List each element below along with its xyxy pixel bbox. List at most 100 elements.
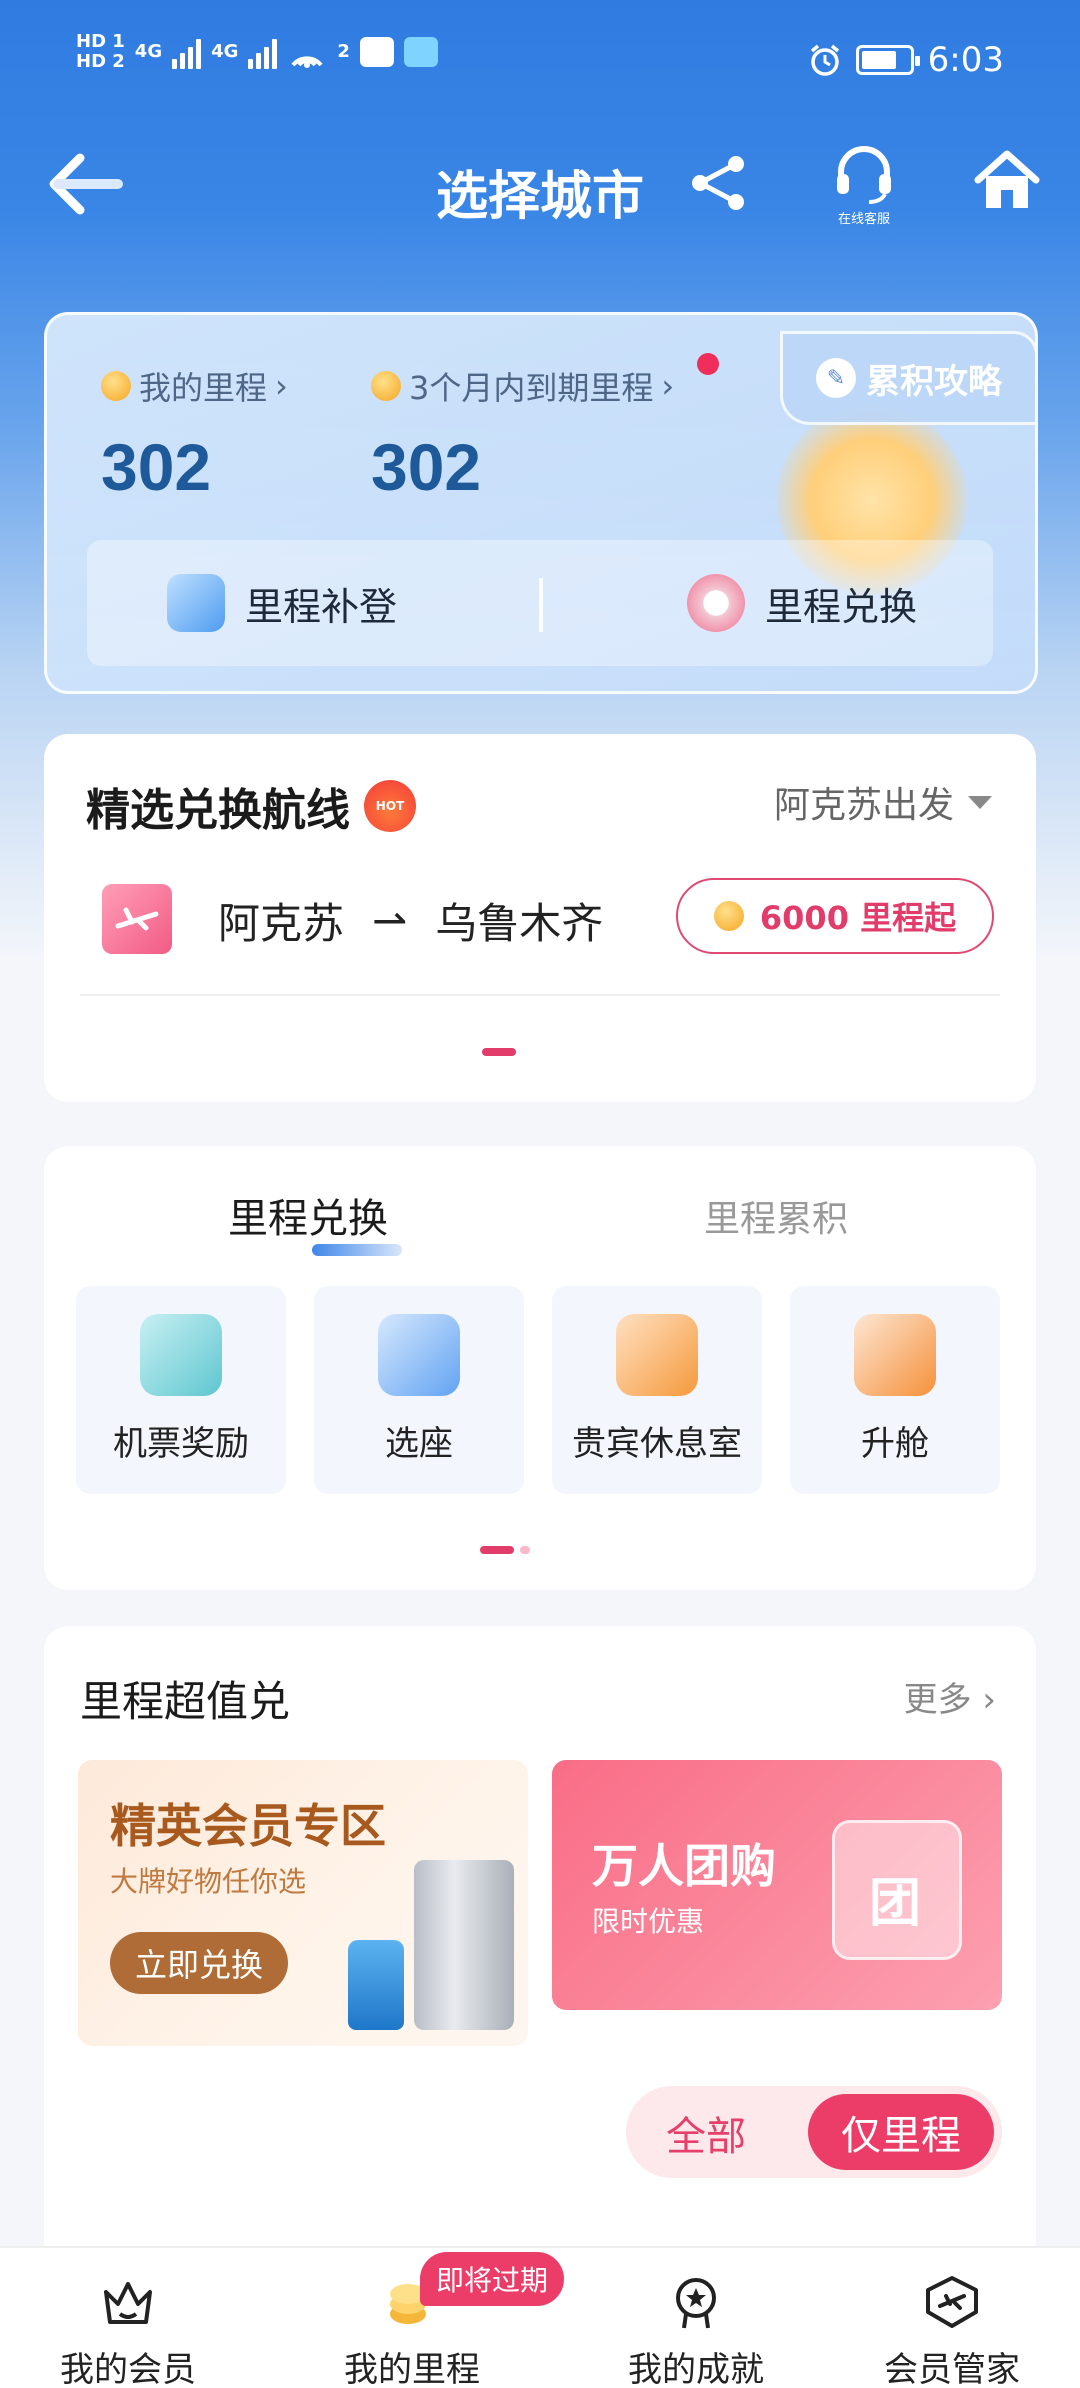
sofa-icon (616, 1314, 698, 1396)
elite-member-banner[interactable]: 精英会员专区 大牌好物任你选 立即兑换 (78, 1760, 528, 2046)
route-row[interactable]: 阿克苏 ⇀ 乌鲁木齐 6000 里程起 (80, 878, 1000, 996)
plane-shield-icon (926, 2276, 978, 2328)
bottom-navigation: 我的会员 我的里程302 即将过期 我的成就 会员管家 (0, 2246, 1080, 2388)
carousel-dot-active (480, 1546, 514, 1554)
tab-miles-accumulate[interactable]: 里程累积 (704, 1190, 848, 1242)
nav-label: 我的里程302 (344, 2350, 480, 2388)
departure-label: 阿克苏出发 (773, 785, 954, 826)
document-icon: ✎ (816, 358, 856, 398)
chevron-right-icon: › (275, 367, 288, 405)
nav-label: 我的成就 (628, 2350, 764, 2388)
strategy-label: 累积攻略 (866, 361, 1002, 402)
strategy-tab[interactable]: ✎ 累积攻略 (780, 331, 1035, 425)
tab-miles-exchange[interactable]: 里程兑换 (228, 1186, 388, 1244)
service-vip-lounge[interactable]: 贵宾休息室 (552, 1286, 762, 1494)
featured-routes-title: 精选兑换航线 (86, 785, 350, 836)
notification-dot (697, 353, 719, 375)
network-label-2: 4G (211, 41, 239, 62)
service-label: 机票奖励 (113, 1424, 249, 1464)
status-bar: HD 1 HD 2 4G 4G 2 6:03 (0, 0, 1080, 120)
service-upgrade[interactable]: 升舱 (790, 1286, 1000, 1494)
service-label: 选座 (385, 1424, 453, 1464)
crown-icon (104, 2282, 152, 2324)
hot-flame-icon: HOT (364, 780, 416, 832)
home-icon[interactable] (972, 146, 1042, 216)
nav-member-butler[interactable]: 会员管家 (852, 2274, 1052, 2388)
miles-exchange-button[interactable]: 里程兑换 (687, 540, 917, 666)
actions-divider (539, 578, 543, 632)
more-link[interactable]: 更多 › (904, 1672, 996, 1721)
route-price-button[interactable]: 6000 里程起 (676, 878, 994, 954)
bag-notification-icon (403, 37, 438, 67)
route-from: 阿克苏 (218, 899, 345, 948)
hotspot-count: 2 (337, 41, 350, 62)
miles-summary-card: ✎ 累积攻略 我的里程 › 302 3个月内到期里程 › 302 里程补登 里程… (44, 312, 1038, 694)
hd1-label: HD 1 (76, 31, 125, 52)
route-price: 6000 里程起 (759, 899, 957, 937)
featured-routes-card: 精选兑换航线 HOT 阿克苏出发 阿克苏 ⇀ 乌鲁木齐 6000 里程起 (44, 734, 1036, 1102)
nav-label: 会员管家 (884, 2350, 1020, 2388)
my-miles-block[interactable]: 我的里程 › 302 (101, 363, 288, 505)
expiring-badge: 即将过期 (420, 2252, 565, 2306)
expiring-miles-value: 302 (371, 430, 482, 504)
miles-services-card: 里程兑换 里程累积 机票奖励 选座 贵宾休息室 升舱 (44, 1146, 1036, 1590)
nav-my-achievements[interactable]: 我的成就 (596, 2274, 796, 2388)
battery-icon (855, 45, 920, 75)
online-service-button[interactable]: 在线客服 (826, 140, 902, 236)
miles-supplement-button[interactable]: 里程补登 (167, 540, 397, 666)
status-time: 6:03 (927, 40, 1004, 80)
expiring-miles-label-row: 3个月内到期里程 › (371, 363, 674, 409)
route-text: 阿克苏 ⇀ 乌鲁木齐 (218, 890, 603, 951)
network-label-1: 4G (134, 41, 163, 62)
group-buy-banner[interactable]: 万人团购 限时优惠 团 (552, 1760, 1002, 2010)
hotspot-icon (291, 56, 323, 68)
elite-title: 精英会员专区 (110, 1799, 386, 1853)
filter-all[interactable]: 全部 (666, 2104, 746, 2162)
my-miles-value: 302 (101, 430, 212, 504)
shopping-bag-icon: 团 (832, 1820, 962, 1960)
signal-icon-2 (248, 35, 278, 69)
expiring-miles-label: 3个月内到期里程 (409, 369, 654, 407)
departure-city-selector[interactable]: 阿克苏出发 (774, 776, 992, 828)
featured-routes-title-row: 精选兑换航线 HOT (86, 774, 416, 838)
nav-label: 我的会员 (60, 2350, 196, 2388)
my-miles-label-row: 我的里程 › (101, 363, 288, 409)
expiring-miles-block[interactable]: 3个月内到期里程 › 302 (371, 363, 674, 505)
plane-icon (102, 884, 172, 954)
carousel-dots (480, 1546, 530, 1554)
miles-exchange-label: 里程兑换 (765, 584, 918, 629)
coin-icon (713, 901, 744, 931)
detergent-bottle-icon (348, 1940, 404, 2030)
my-miles-label: 我的里程 (139, 369, 268, 407)
bag-text: 团 (869, 1874, 922, 1934)
page-indicator (482, 1048, 516, 1056)
nav-bar: 选择城市 在线客服 (0, 130, 1080, 240)
filter-miles-only[interactable]: 仅里程 (808, 2094, 994, 2170)
route-arrow-icon: ⇀ (372, 896, 408, 945)
coin-icon (371, 371, 401, 401)
group-buy-subtitle: 限时优惠 (592, 1905, 705, 1938)
service-label: 在线客服 (837, 212, 890, 227)
signal-icon-1 (172, 35, 202, 69)
nav-my-membership[interactable]: 我的会员 (28, 2274, 228, 2388)
share-icon[interactable] (686, 150, 752, 216)
service-ticket-award[interactable]: 机票奖励 (76, 1286, 286, 1494)
suitcase-icon (414, 1860, 514, 2030)
headset-icon (837, 146, 891, 204)
service-label: 贵宾休息室 (572, 1424, 742, 1464)
filter-toggle: 全部 仅里程 (626, 2086, 1002, 2178)
coin-icon (101, 371, 131, 401)
chevron-right-icon: › (982, 1680, 996, 1720)
more-label: 更多 (903, 1680, 972, 1720)
elite-subtitle: 大牌好物任你选 (110, 1865, 307, 1898)
caret-down-icon (968, 795, 992, 809)
alarm-icon (810, 44, 839, 76)
redeem-now-button[interactable]: 立即兑换 (110, 1932, 288, 1994)
miles-value-card: 里程超值兑 更多 › 精英会员专区 大牌好物任你选 立即兑换 万人团购 限时优惠… (44, 1626, 1036, 2266)
page-title: 选择城市 (435, 167, 644, 227)
miles-supplement-label: 里程补登 (245, 584, 398, 629)
service-seat-selection[interactable]: 选座 (314, 1286, 524, 1494)
clock-icon (687, 574, 745, 632)
app-notification-icon (359, 37, 394, 67)
hd2-label: HD 2 (76, 51, 125, 72)
